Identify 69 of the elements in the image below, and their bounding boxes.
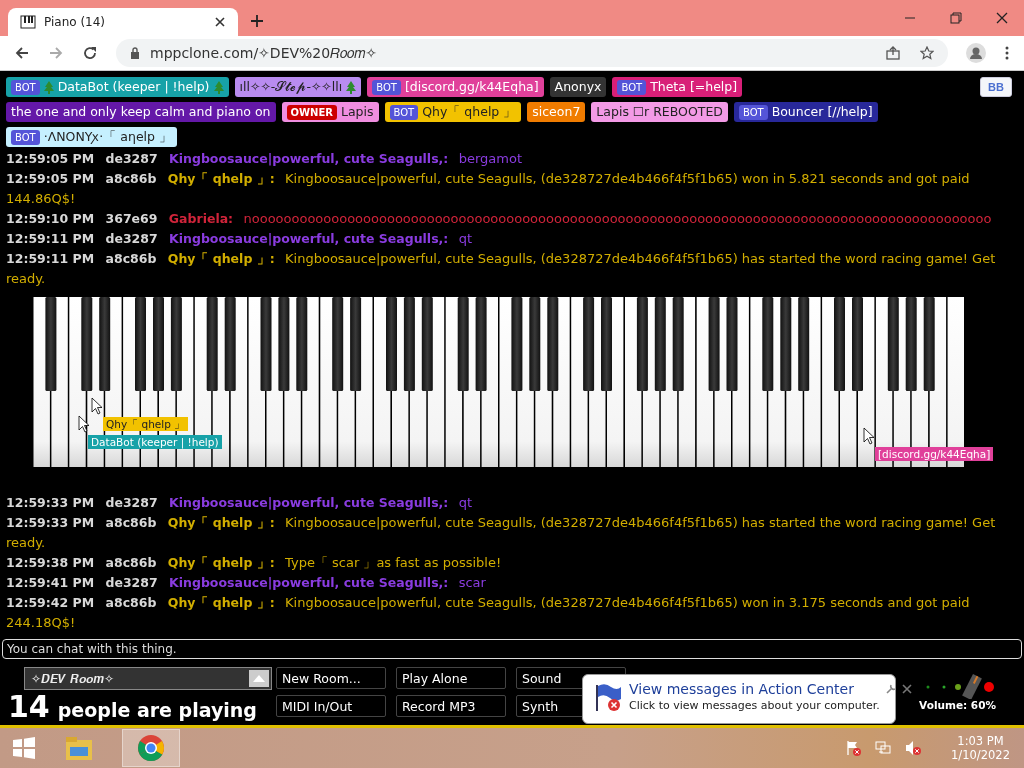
menu-icon[interactable] xyxy=(1004,45,1010,61)
cursor-label: DataBot (keeper | !help) xyxy=(88,435,222,449)
chat-message: 12:59:33 PM a8c86b Qhy「 qhelp 」: Kingboosauce|powerful, cute Seagulls, (de328727de4b466f4f5f1b65) has started the word racing game! Get ready. xyxy=(6,514,997,552)
bot-badge: BOT xyxy=(389,104,419,120)
chat-message: 12:59:38 PM a8c86b Qhy「 qhelp 」: Type「 scar 」as fast as possible! xyxy=(6,554,503,572)
new-tab-icon[interactable] xyxy=(250,14,264,28)
close-icon[interactable] xyxy=(996,12,1008,24)
cursor-label: [discord.gg/k44Eqha] xyxy=(875,447,994,461)
notification-title[interactable]: View messages in Action Center xyxy=(629,681,880,697)
cursor-icon xyxy=(91,397,103,415)
bot-badge: BOT xyxy=(11,79,40,95)
cursor-icon xyxy=(863,427,875,445)
room-select[interactable]: ✧𝑫𝑬𝑽 𝑹𝒐𝒐𝒎✧ xyxy=(24,667,272,690)
user-tag[interactable]: ıll✧✧-𝓢𝓽𝓮𝓹-✧✧llı xyxy=(234,77,362,97)
restore-icon[interactable] xyxy=(950,12,962,24)
chat-message: 12:59:10 PM 367e69 Gabriela: nooooooooooooooooooooooooooooooooooooooooooooooooooooooooooooooooooooooooooooooooooooooooooooo xyxy=(6,210,993,228)
owner-badge: OWNER xyxy=(286,104,337,120)
user-tag[interactable]: Lapis ☐r REBOOTED xyxy=(591,102,728,122)
user-tag[interactable]: BOT Qhy「 qhelp 」 xyxy=(384,102,522,122)
bot-badge: BOT xyxy=(11,129,40,145)
user-tag[interactable]: BOT Bouncer [//help] xyxy=(733,102,878,122)
user-tag[interactable]: Anonyx xyxy=(549,77,607,97)
user-tag[interactable]: OWNER Lapis xyxy=(281,102,379,122)
chat-message: 12:59:33 PM de3287 Kingboosauce|powerful, cute Seagulls,: qt xyxy=(6,494,474,512)
chat-message: 12:59:11 PM a8c86b Qhy「 qhelp 」: Kingboosauce|powerful, cute Seagulls, (de328727de4b466f4f5f1b65) has started the word racing game! Get ready. xyxy=(6,250,997,288)
menu-button[interactable]: Record MP3 xyxy=(396,695,506,717)
lock-icon xyxy=(130,47,140,59)
back-icon[interactable] xyxy=(14,45,30,61)
user-tag[interactable]: BOT DataBot (keeper | !help) xyxy=(6,77,229,97)
user-tag[interactable]: BOT Theta [=help] xyxy=(612,77,743,97)
caret-up-icon xyxy=(249,670,269,687)
chat-message: 12:59:41 PM de3287 Kingboosauce|powerful, cute Seagulls,: scar xyxy=(6,574,487,592)
browser-tab[interactable]: Piano (14) xyxy=(8,8,238,36)
chat-message: 12:59:05 PM a8c86b Qhy「 qhelp 」: Kingboosauce|powerful, cute Seagulls, (de328727de4b466f4f5f1b65) won in 5.821 seconds and got paid 144.86Q$! xyxy=(6,170,971,208)
tree-icon xyxy=(346,80,357,94)
chat-message: 12:59:11 PM de3287 Kingboosauce|powerful, cute Seagulls,: qt xyxy=(6,230,474,248)
bot-badge: BOT xyxy=(372,79,401,95)
chat-message: 12:59:05 PM de3287 Kingboosauce|powerful, cute Seagulls,: bergamot xyxy=(6,150,523,168)
windows-start-icon[interactable] xyxy=(12,736,36,760)
player-label: people are playing xyxy=(57,699,257,721)
close-icon[interactable] xyxy=(214,16,226,28)
chat-message: 12:59:42 PM a8c86b Qhy「 qhelp 」: Kingboosauce|powerful, cute Seagulls, (de328727de4b466f4f5f1b65) won in 3.175 seconds and got paid 244.18Q$! xyxy=(6,594,971,632)
user-tag[interactable]: BOT [discord.gg/k44Eqha] xyxy=(367,77,544,97)
speaker-muted-icon[interactable] xyxy=(905,740,922,756)
user-tag[interactable]: BOT ·ΛΝΟΝΥꭗ·「 aηelp 」 xyxy=(6,127,177,147)
bot-badge: BOT xyxy=(738,104,768,120)
menu-button[interactable]: Play Alone xyxy=(396,667,506,689)
share-icon[interactable] xyxy=(886,46,900,60)
player-count: 14 xyxy=(8,692,50,722)
cursor-label: Qhy「 qhelp 」 xyxy=(103,417,189,431)
star-icon[interactable] xyxy=(920,46,934,60)
address-bar[interactable]: mppclone.com/✧DEV%20𝑅𝑜𝑜𝑚✧ xyxy=(116,39,948,67)
toggle-button[interactable]: BB xyxy=(980,77,1012,97)
chrome-icon[interactable] xyxy=(137,734,165,762)
tree-icon xyxy=(43,80,54,94)
user-tag[interactable]: the one and only keep calm and piano on xyxy=(6,102,276,122)
volume-label: Volume: 60% xyxy=(919,699,996,711)
menu-button[interactable]: MIDI In/Out xyxy=(276,695,386,717)
profile-icon[interactable] xyxy=(966,43,986,63)
menu-button[interactable]: New Room... xyxy=(276,667,386,689)
notification-body: Click to view messages about your computer. xyxy=(629,699,880,712)
chat-input[interactable]: You can chat with this thing. xyxy=(2,639,1022,659)
piano-icon xyxy=(20,14,36,30)
flag-warning-icon[interactable] xyxy=(845,740,862,756)
wrench-icon[interactable] xyxy=(885,684,896,694)
bot-badge: BOT xyxy=(617,79,647,95)
cursor-icon xyxy=(78,415,90,433)
tree-icon xyxy=(213,80,224,94)
reload-icon[interactable] xyxy=(82,45,98,61)
